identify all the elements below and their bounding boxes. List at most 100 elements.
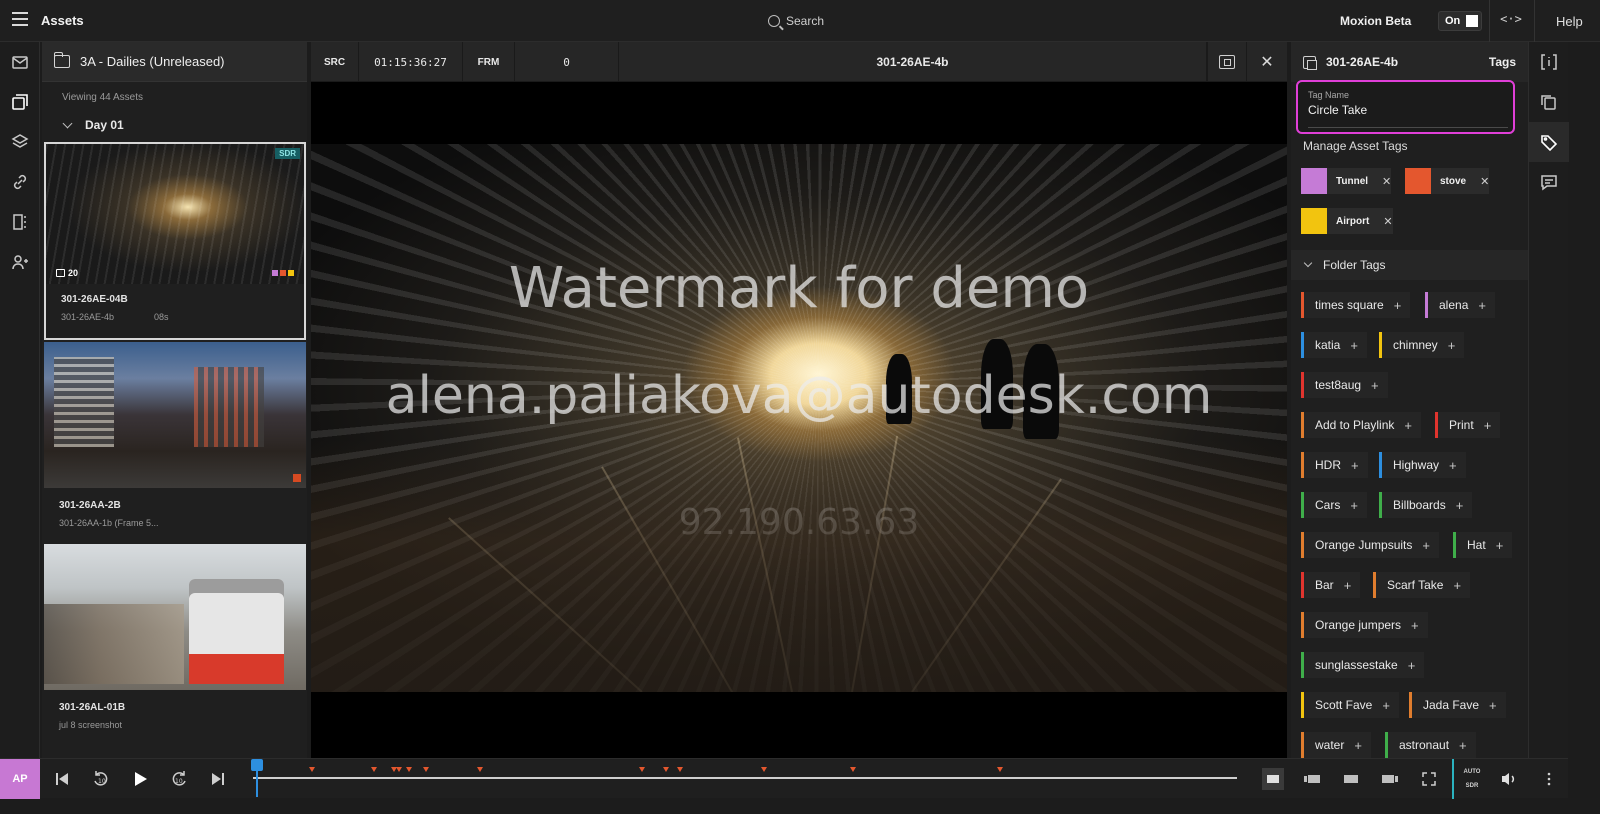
remove-tag-icon[interactable]: ✕ — [1383, 215, 1392, 228]
folder-tag[interactable]: Print + — [1435, 412, 1501, 438]
remove-tag-icon[interactable]: ✕ — [1382, 175, 1391, 188]
single-view-icon[interactable] — [1262, 768, 1284, 790]
folder-tag[interactable]: HDR + — [1301, 452, 1368, 478]
wipe-view-icon[interactable] — [1340, 768, 1362, 790]
playhead[interactable] — [251, 759, 263, 797]
timecode-cell[interactable]: 01:15:36:27 — [359, 42, 463, 82]
add-tag-icon[interactable]: + — [1456, 498, 1464, 513]
search-box[interactable]: Search — [768, 14, 824, 28]
skip-to-end-icon[interactable] — [206, 767, 230, 791]
asset-card[interactable]: SDR 20 301-26AE-04B 301-26AE-4b 08s — [44, 142, 306, 340]
tab-tags[interactable]: Tags — [1489, 55, 1516, 69]
tag-name-field[interactable]: Tag Name — [1296, 80, 1515, 134]
close-viewer-button[interactable]: ✕ — [1247, 42, 1287, 82]
forward-10-icon[interactable]: 10 — [167, 767, 191, 791]
comment-marker[interactable] — [677, 767, 683, 772]
fit-to-screen-button[interactable] — [1207, 42, 1247, 82]
asset-card[interactable]: 301-26AL-01B jul 8 screenshot — [44, 544, 306, 746]
group-toggle[interactable]: Day 01 — [42, 110, 307, 140]
folder-tag[interactable]: test8aug + — [1301, 372, 1388, 398]
folder-tag[interactable]: Bar + — [1301, 572, 1361, 598]
folder-tag[interactable]: sunglassestake + — [1301, 652, 1425, 678]
color-mode-toggle[interactable]: AUTO SDR — [1452, 759, 1490, 799]
folder-tag[interactable]: chimney + — [1379, 332, 1465, 358]
versions-icon[interactable] — [1529, 82, 1569, 122]
comment-marker[interactable] — [396, 767, 402, 772]
add-tag-icon[interactable]: + — [1350, 498, 1358, 513]
add-tag-icon[interactable]: + — [1354, 738, 1362, 753]
comment-marker[interactable] — [663, 767, 669, 772]
tag-name-input[interactable] — [1308, 103, 1498, 117]
help-link[interactable]: Help — [1556, 14, 1583, 29]
volume-icon[interactable] — [1498, 768, 1520, 790]
folder-tag[interactable]: times square + — [1301, 292, 1411, 318]
add-tag-icon[interactable]: + — [1422, 538, 1430, 553]
folder-tag[interactable]: Highway + — [1379, 452, 1466, 478]
folder-tag[interactable]: Billboards + — [1379, 492, 1473, 518]
folder-tag[interactable]: Scott Fave + — [1301, 692, 1399, 718]
fullscreen-icon[interactable] — [1418, 768, 1440, 790]
beta-toggle[interactable]: On — [1438, 11, 1482, 31]
add-tag-icon[interactable]: + — [1344, 578, 1352, 593]
add-tag-icon[interactable]: + — [1448, 338, 1456, 353]
frame-cell[interactable]: 0 — [515, 42, 619, 82]
folder-tag[interactable]: water + — [1301, 732, 1371, 758]
comment-marker[interactable] — [309, 767, 315, 772]
add-tag-icon[interactable]: + — [1484, 418, 1492, 433]
comments-icon[interactable] — [1529, 162, 1569, 202]
folder-tag[interactable]: Hat + — [1453, 532, 1513, 558]
code-icon[interactable]: <·> — [1499, 12, 1523, 30]
remove-tag-icon[interactable]: ✕ — [1480, 175, 1489, 188]
comment-marker[interactable] — [850, 767, 856, 772]
comment-marker[interactable] — [406, 767, 412, 772]
add-tag-icon[interactable]: + — [1350, 338, 1358, 353]
layers-icon[interactable] — [0, 122, 40, 162]
rewind-10-icon[interactable]: 10 — [89, 767, 113, 791]
video-stage[interactable]: Watermark for demo alena.paliakova@autod… — [311, 82, 1287, 758]
add-tag-icon[interactable]: + — [1408, 658, 1416, 673]
add-tag-icon[interactable]: + — [1453, 578, 1461, 593]
folder-tag[interactable]: alena + — [1425, 292, 1495, 318]
folder-tags-toggle[interactable]: Folder Tags — [1291, 250, 1528, 280]
assets-icon[interactable] — [0, 82, 40, 122]
inbox-icon[interactable] — [0, 42, 40, 82]
add-tag-icon[interactable]: + — [1394, 298, 1402, 313]
side-by-side-icon[interactable] — [1301, 768, 1323, 790]
comment-marker[interactable] — [761, 767, 767, 772]
comment-marker[interactable] — [477, 767, 483, 772]
add-tag-icon[interactable]: + — [1489, 698, 1497, 713]
folder-tag[interactable]: astronaut + — [1385, 732, 1476, 758]
add-tag-icon[interactable]: + — [1449, 458, 1457, 473]
add-tag-icon[interactable]: + — [1496, 538, 1504, 553]
timeline-scrubber[interactable] — [251, 759, 1237, 797]
comment-marker[interactable] — [997, 767, 1003, 772]
add-tag-icon[interactable]: + — [1382, 698, 1390, 713]
folder-tag[interactable]: Cars + — [1301, 492, 1367, 518]
folder-tag[interactable]: katia + — [1301, 332, 1367, 358]
add-tag-icon[interactable]: + — [1404, 418, 1412, 433]
menu-icon[interactable] — [12, 12, 28, 28]
add-tag-icon[interactable]: + — [1351, 458, 1359, 473]
add-tag-icon[interactable]: + — [1478, 298, 1486, 313]
info-icon[interactable] — [1529, 42, 1569, 82]
add-tag-icon[interactable]: + — [1459, 738, 1467, 753]
comment-marker[interactable] — [391, 767, 397, 772]
more-options-icon[interactable] — [1538, 768, 1560, 790]
folder-tag[interactable]: Jada Fave + — [1409, 692, 1506, 718]
overlay-view-icon[interactable] — [1379, 768, 1401, 790]
tag-icon[interactable] — [1529, 122, 1569, 162]
comment-marker[interactable] — [371, 767, 377, 772]
users-icon[interactable] — [0, 242, 40, 282]
playhead-handle[interactable] — [251, 759, 263, 771]
add-tag-icon[interactable]: + — [1371, 378, 1379, 393]
folder-tag[interactable]: Orange Jumpsuits + — [1301, 532, 1439, 558]
folder-tag[interactable]: Orange jumpers + — [1301, 612, 1428, 638]
add-tag-icon[interactable]: + — [1411, 618, 1419, 633]
asset-card[interactable]: 301-26AA-2B 301-26AA-1b (Frame 5... — [44, 342, 306, 544]
folder-header[interactable]: 3A - Dailies (Unreleased) — [42, 42, 307, 82]
user-avatar[interactable]: AP — [0, 759, 40, 799]
link-icon[interactable] — [0, 162, 40, 202]
comment-marker[interactable] — [423, 767, 429, 772]
play-icon[interactable] — [128, 767, 152, 791]
folder-tag[interactable]: Scarf Take + — [1373, 572, 1471, 598]
